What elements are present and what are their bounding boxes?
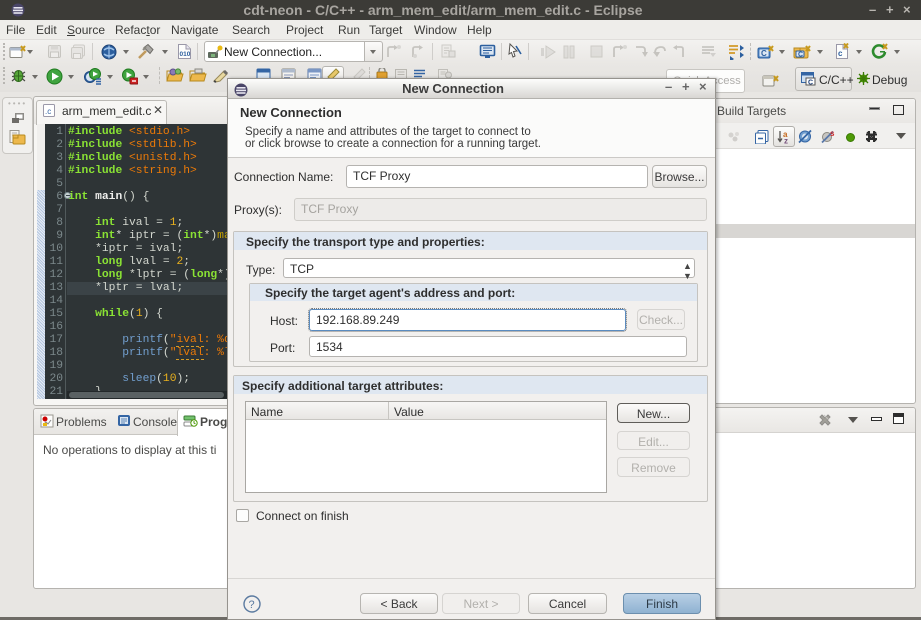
svg-text:.c: .c bbox=[45, 107, 51, 116]
svg-text:010: 010 bbox=[180, 51, 191, 58]
svg-text:C: C bbox=[798, 52, 803, 59]
svg-text:c: c bbox=[838, 49, 843, 58]
svg-text:?: ? bbox=[249, 599, 255, 611]
svg-text:s: s bbox=[830, 129, 835, 138]
svg-text:z: z bbox=[784, 137, 788, 145]
svg-text:C: C bbox=[808, 80, 813, 87]
svg-text:C: C bbox=[761, 49, 767, 58]
